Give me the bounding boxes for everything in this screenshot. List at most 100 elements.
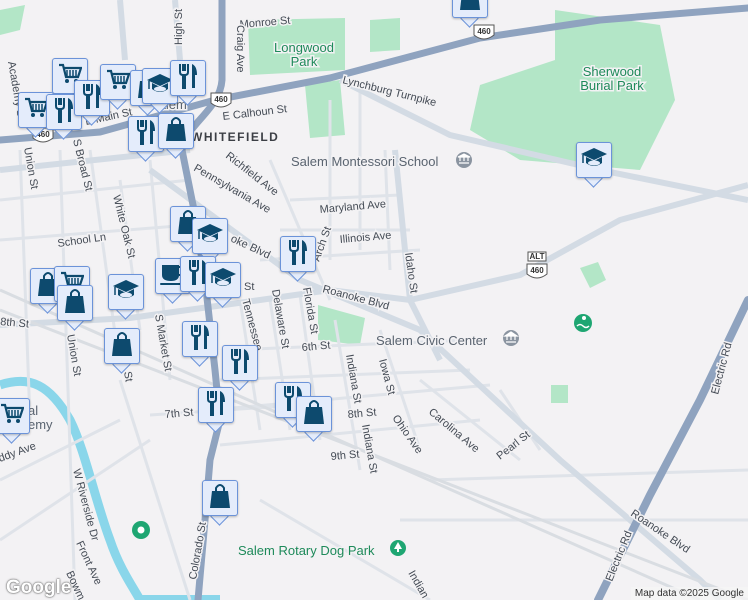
marker-box [296, 396, 332, 432]
neighborhood-label: WHITEFIELD [191, 130, 279, 144]
route-460-shield: 460 [210, 92, 232, 108]
civic-building-icon[interactable] [503, 330, 519, 346]
park-tree-icon[interactable] [390, 540, 406, 556]
street-label: ddy Ave [0, 440, 38, 465]
marker-box [205, 262, 241, 298]
street-label: Carolina Ave [426, 406, 481, 455]
restaurant-marker[interactable] [222, 345, 258, 391]
sherwood-burial-park-label[interactable]: Burial Park [579, 77, 646, 95]
marker-box [452, 0, 488, 18]
park-area [370, 18, 400, 52]
marker-box [192, 218, 228, 254]
map-attribution[interactable]: Map data ©2025 Google [630, 587, 748, 600]
park-area [305, 80, 345, 138]
marker-box [170, 60, 206, 96]
street-label: Roanoke Blvd [321, 283, 390, 312]
street-label: High St [173, 9, 185, 45]
restaurant-marker[interactable] [182, 321, 218, 367]
google-logo: Google [6, 577, 72, 598]
restaurant-icon [189, 324, 211, 355]
marker-box [108, 274, 144, 310]
school-poi-icon[interactable] [456, 152, 472, 168]
shopping-bag-marker[interactable] [452, 0, 488, 28]
marker-box [202, 480, 238, 516]
marker-box [198, 387, 234, 423]
restaurant-marker[interactable] [170, 60, 206, 106]
shopping-bag-marker[interactable] [296, 396, 332, 442]
marker-box [57, 285, 93, 321]
restaurant-marker[interactable] [198, 387, 234, 433]
shopping-bag-marker[interactable] [104, 328, 140, 374]
street-label: Electric Rd [604, 529, 635, 583]
civic-center-label[interactable]: Salem Civic Center [375, 332, 490, 350]
street-label: S Market St [152, 313, 174, 372]
shopping-cart-icon [0, 403, 25, 430]
location-pin-icon[interactable] [132, 521, 150, 539]
svg-text:ALT: ALT [530, 252, 545, 261]
svg-text:460: 460 [530, 266, 544, 275]
dog-park-label[interactable]: Salem Rotary Dog Park [237, 542, 377, 560]
shopping-cart-marker[interactable] [0, 398, 30, 444]
marker-box [222, 345, 258, 381]
school-icon [112, 279, 140, 306]
street-label: White Oak St [110, 194, 137, 260]
street-label: St [244, 281, 254, 293]
shopping-cart-icon [24, 97, 49, 124]
water-park-icon[interactable] [574, 314, 592, 332]
street-label: 6th St [301, 340, 331, 354]
street-label: Illinois Ave [339, 230, 392, 246]
street-label: 7th St [164, 407, 194, 421]
street-label: Ohio Ave [390, 413, 425, 456]
shopping-bag-icon [111, 331, 133, 362]
street-label: 8th St [347, 407, 377, 421]
street-label: 8th St [0, 316, 29, 330]
school-icon [209, 267, 237, 294]
street-label: E Calhoun St [222, 103, 288, 123]
street-label: Iowa St [376, 358, 397, 397]
street-label: 9th St [330, 449, 360, 463]
marker-box [158, 113, 194, 149]
shopping-bag-marker[interactable] [57, 285, 93, 331]
restaurant-icon [229, 348, 251, 379]
school-marker[interactable] [205, 262, 241, 308]
restaurant-icon [177, 63, 199, 94]
school-icon [196, 223, 224, 250]
route-460-alt-shield: ALT 460 [526, 251, 548, 279]
park-area [0, 5, 25, 35]
academy-label: emy [28, 417, 53, 432]
sherwood-burial-park-label[interactable]: Sherwood [581, 63, 643, 81]
restaurant-icon [205, 390, 227, 421]
shopping-cart-icon [106, 69, 131, 96]
school-marker[interactable] [576, 142, 612, 188]
longwood-park-label[interactable]: Park [289, 53, 319, 71]
shopping-bag-icon [165, 116, 187, 147]
marker-box [104, 328, 140, 364]
shopping-bag-icon [64, 288, 86, 319]
restaurant-icon [287, 239, 309, 270]
montessori-school-label[interactable]: Salem Montessori School [290, 153, 441, 171]
shopping-bag-icon [303, 399, 325, 430]
shopping-bag-icon [459, 0, 481, 16]
shopping-bag-marker[interactable] [158, 113, 194, 159]
shopping-bag-icon [209, 483, 231, 514]
marker-box [576, 142, 612, 178]
restaurant-icon [53, 97, 75, 128]
route-460-shield: 460 [473, 24, 495, 40]
restaurant-icon [135, 119, 157, 150]
street-label: oke Blvd [229, 233, 272, 262]
svg-text:460: 460 [477, 27, 491, 36]
school-marker[interactable] [108, 274, 144, 320]
shopping-bag-marker[interactable] [202, 480, 238, 526]
park-area [580, 262, 606, 288]
school-icon [580, 147, 608, 174]
marker-box [280, 236, 316, 272]
longwood-park-label[interactable]: Longwood [273, 39, 336, 57]
park-area [551, 385, 568, 403]
marker-box [0, 398, 30, 434]
street-label: Craig Ave [234, 25, 246, 73]
street-label: St [121, 370, 135, 382]
restaurant-marker[interactable] [280, 236, 316, 282]
svg-text:460: 460 [214, 95, 228, 104]
marker-box [182, 321, 218, 357]
street-label: Indian [405, 569, 430, 600]
